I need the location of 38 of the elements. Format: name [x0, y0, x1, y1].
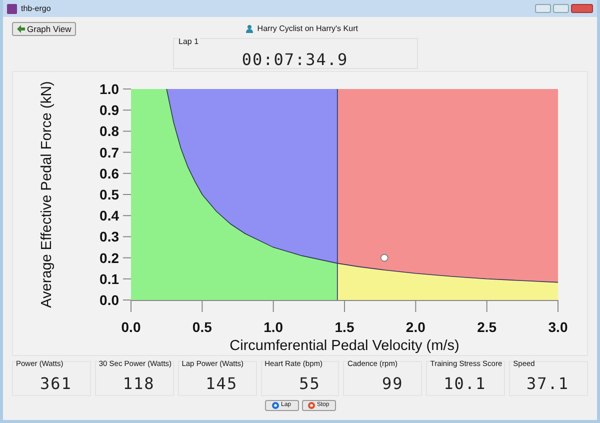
y-tick-label: 0.0: [100, 292, 119, 308]
lap-label: Lap 1: [178, 36, 200, 48]
y-tick-label: 0.3: [100, 228, 119, 245]
graph-view-button[interactable]: Graph View: [12, 22, 76, 36]
x-tick-label: 3.0: [548, 319, 568, 335]
x-axis-title: Circumferential Pedal Velocity (m/s): [230, 338, 460, 354]
y-tick-label: 0.6: [100, 165, 119, 182]
y-tick-label: 0.9: [100, 102, 119, 118]
metric-value: 361: [38, 373, 73, 395]
close-button[interactable]: [571, 4, 593, 13]
window-title: thb-ergo: [21, 2, 51, 14]
left-arrow-icon: [17, 25, 25, 33]
x-tick-label: 2.0: [406, 319, 426, 335]
minimize-button[interactable]: [535, 4, 551, 13]
x-tick-label: 0.5: [192, 319, 212, 335]
x-tick-label: 0.0: [121, 319, 141, 335]
y-axis-title: Average Effective Pedal Force (kN): [39, 81, 55, 308]
lap-time: 00:07:34.9: [240, 49, 350, 71]
y-tick-label: 0.1: [100, 270, 119, 287]
rider-name: Harry Cyclist on Harry's Kurt: [257, 23, 358, 35]
y-tick-label: 1.0: [100, 81, 119, 97]
metric-value: 118: [122, 373, 156, 395]
x-tick-label: 2.5: [477, 319, 497, 335]
metric-value: 55: [298, 373, 322, 395]
x-tick-label: 1.0: [264, 319, 284, 335]
app-icon: [7, 4, 17, 14]
y-tick-label: 0.4: [100, 208, 119, 224]
maximize-button[interactable]: [553, 4, 569, 13]
y-tick-label: 0.5: [100, 186, 119, 202]
person-icon: [246, 25, 254, 33]
y-tick-label: 0.7: [100, 144, 119, 160]
y-tick-label: 0.8: [100, 123, 119, 140]
y-tick-label: 0.2: [100, 250, 119, 266]
metric-value: 145: [204, 373, 239, 395]
metric-value: 99: [381, 373, 404, 395]
metric-value: 10.1: [442, 373, 488, 395]
metric-value: 37.1: [525, 373, 570, 395]
x-tick-label: 1.5: [334, 319, 354, 335]
